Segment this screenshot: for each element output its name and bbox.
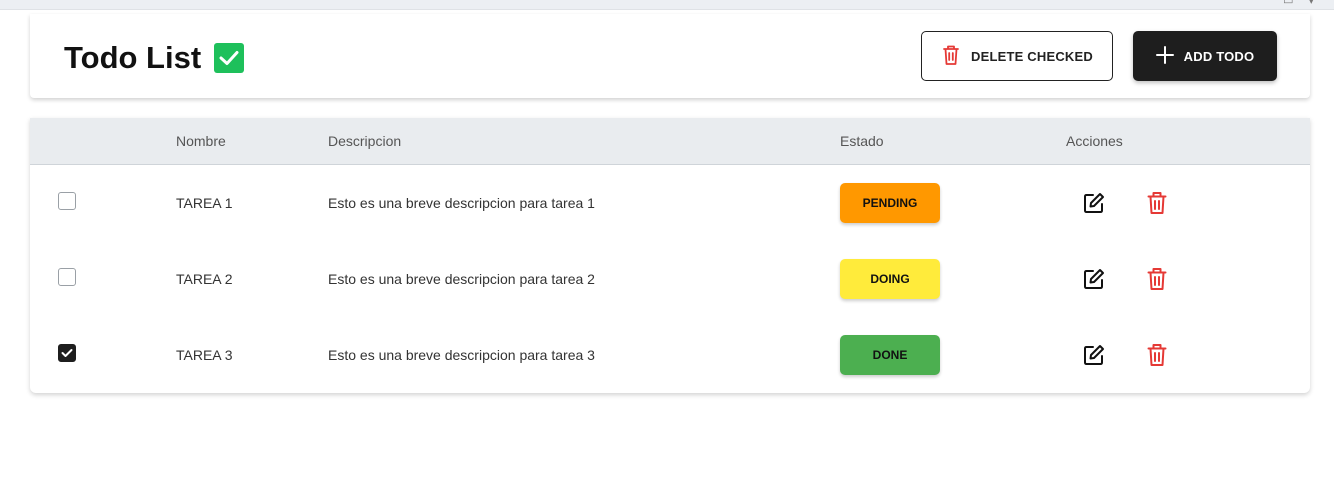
column-header-acciones: Acciones	[1066, 133, 1123, 149]
add-todo-label: ADD TODO	[1183, 48, 1255, 64]
status-badge[interactable]: PENDING	[840, 183, 940, 223]
status-badge[interactable]: DOING	[840, 259, 940, 299]
row-descripcion: Esto es una breve descripcion para tarea…	[328, 195, 595, 211]
row-nombre: TAREA 2	[176, 271, 233, 287]
trash-icon	[941, 44, 971, 69]
row-nombre: TAREA 3	[176, 347, 233, 363]
header-card: Todo List DELETE CHECKED ADD TODO	[30, 14, 1310, 98]
todo-table: Nombre Descripcion Estado Acciones TAREA…	[30, 118, 1310, 393]
browser-toolbar-icons: ⌃ ▭ ▾	[1258, 0, 1320, 7]
row-descripcion: Esto es una breve descripcion para tarea…	[328, 271, 595, 287]
row-nombre: TAREA 1	[176, 195, 233, 211]
delete-checked-label: DELETE CHECKED	[971, 48, 1093, 64]
check-square-icon	[214, 43, 245, 73]
table-header: Nombre Descripcion Estado Acciones	[30, 118, 1310, 165]
row-checkbox[interactable]	[58, 268, 76, 286]
table-row: TAREA 3 Esto es una breve descripcion pa…	[30, 317, 1310, 393]
column-header-nombre: Nombre	[176, 133, 226, 149]
trash-icon[interactable]	[1147, 343, 1167, 367]
table-row: TAREA 1 Esto es una breve descripcion pa…	[30, 165, 1310, 241]
add-todo-button[interactable]: ADD TODO	[1133, 31, 1277, 81]
row-checkbox[interactable]	[58, 344, 76, 362]
plus-icon	[1155, 45, 1184, 67]
edit-icon[interactable]	[1083, 192, 1105, 214]
table-row: TAREA 2 Esto es una breve descripcion pa…	[30, 241, 1310, 317]
row-checkbox[interactable]	[58, 192, 76, 210]
title-group: Todo List	[64, 40, 245, 76]
status-badge[interactable]: DONE	[840, 335, 940, 375]
edit-icon[interactable]	[1083, 344, 1105, 366]
trash-icon[interactable]	[1147, 191, 1167, 215]
browser-toolbar-strip: ⌃ ▭ ▾	[0, 0, 1334, 10]
edit-icon[interactable]	[1083, 268, 1105, 290]
delete-checked-button[interactable]: DELETE CHECKED	[921, 31, 1113, 81]
trash-icon[interactable]	[1147, 267, 1167, 291]
row-descripcion: Esto es una breve descripcion para tarea…	[328, 347, 595, 363]
column-header-descripcion: Descripcion	[328, 133, 402, 149]
page-title: Todo List	[64, 40, 202, 75]
column-header-estado: Estado	[840, 133, 884, 149]
